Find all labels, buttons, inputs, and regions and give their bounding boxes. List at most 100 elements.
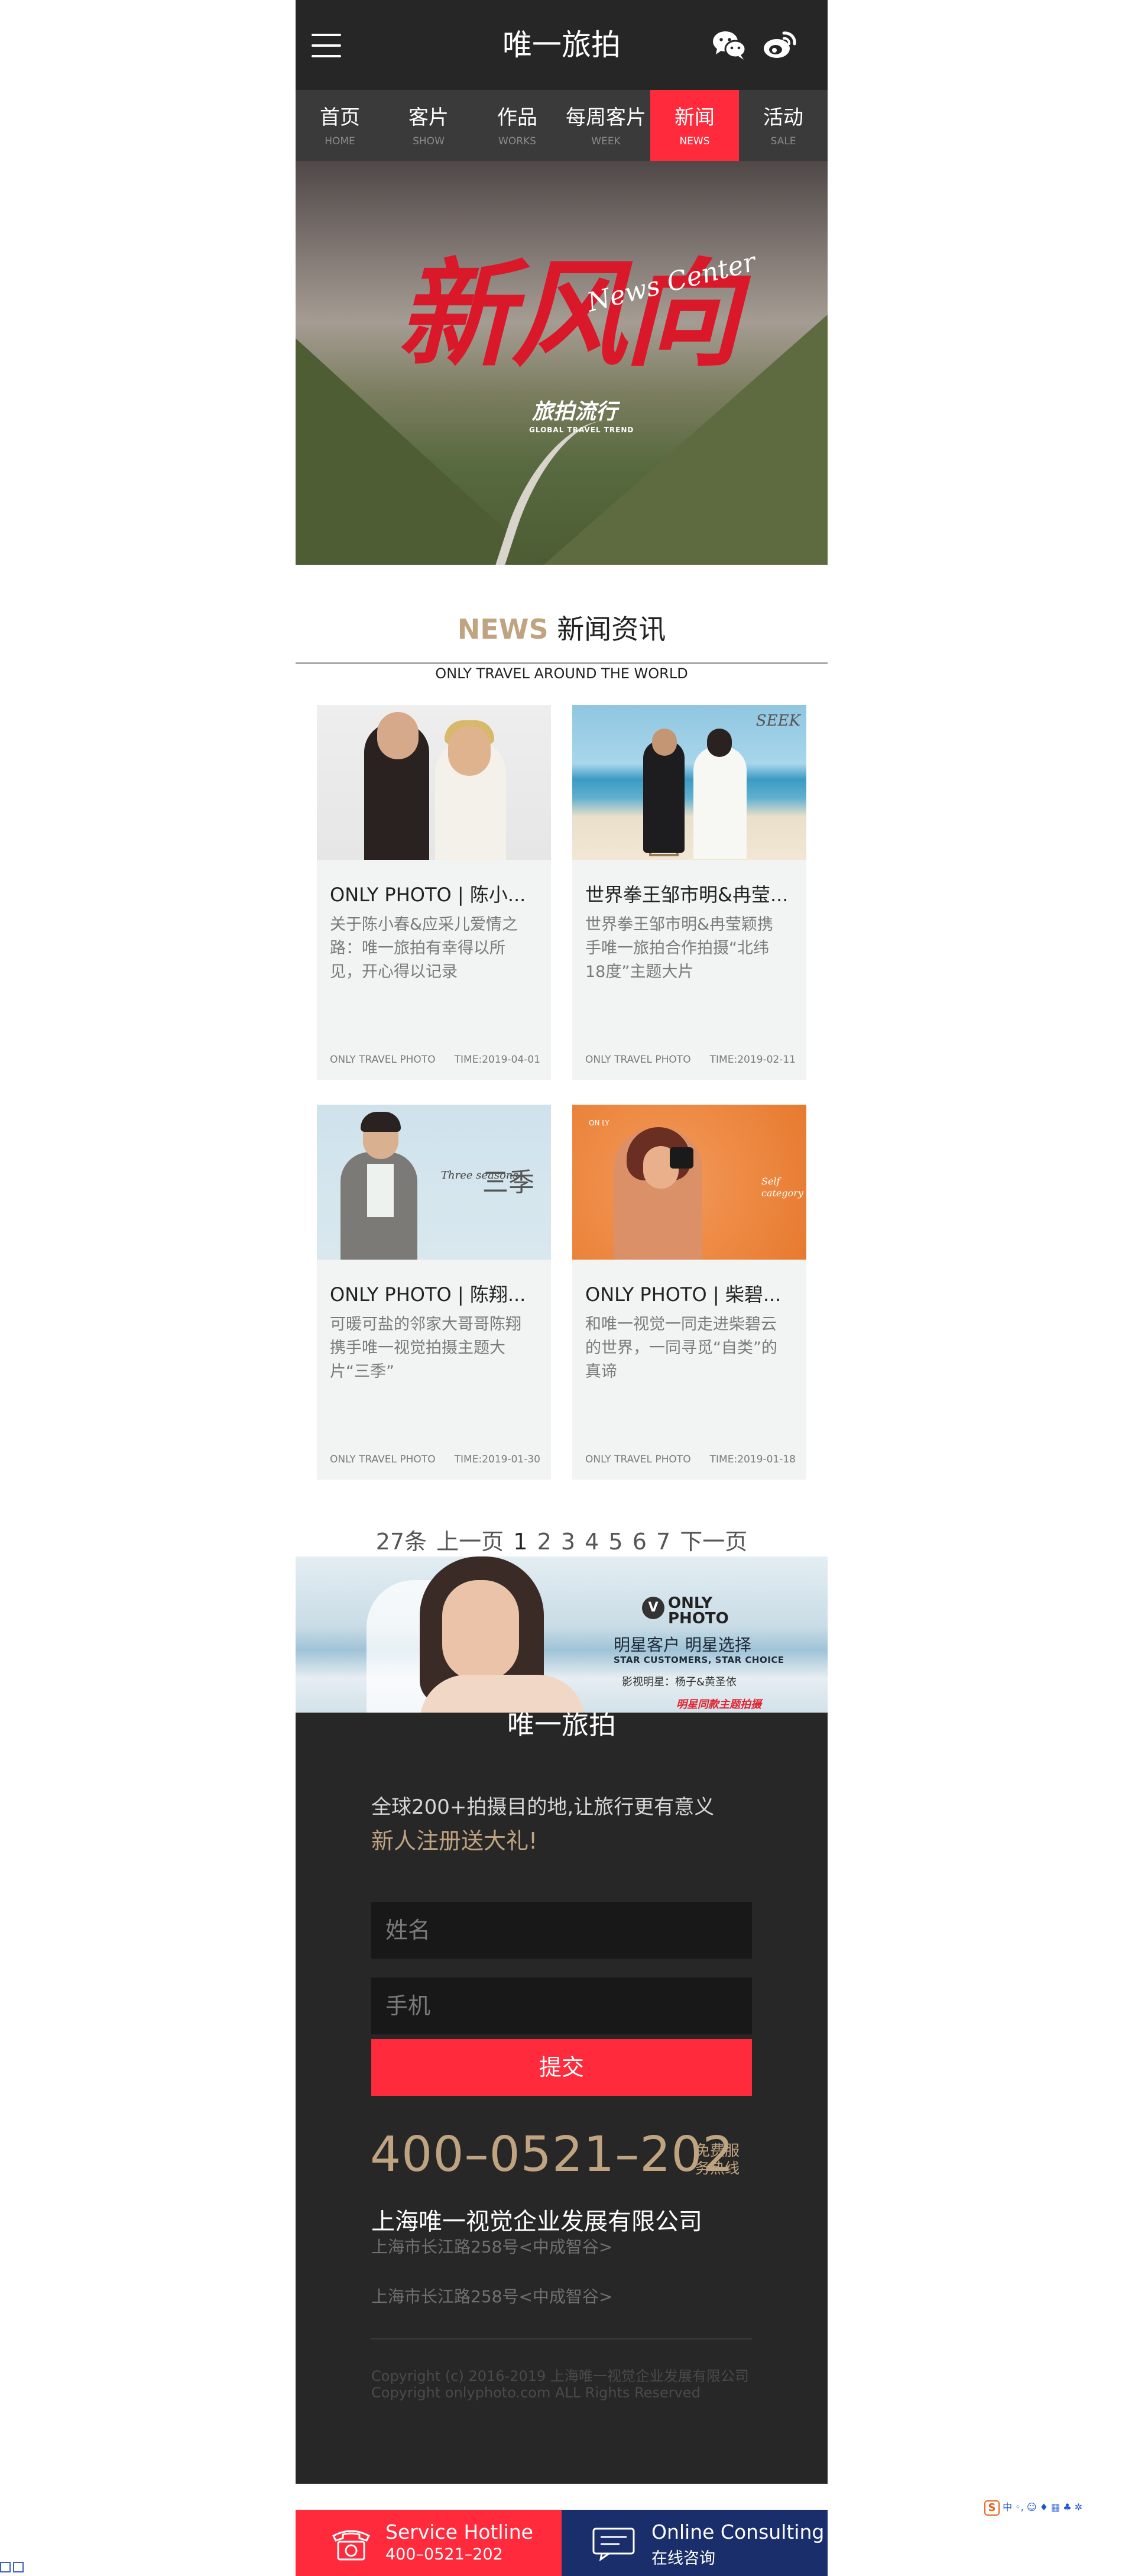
name-input[interactable] (371, 1902, 752, 1959)
nav-item-home[interactable]: 首页 HOME (296, 90, 384, 161)
image-logo: SEEK (755, 712, 800, 730)
nav-item-sale[interactable]: 活动 SALE (739, 90, 828, 161)
company-name: 上海唯一视觉企业发展有限公司 (371, 2208, 702, 2235)
copyright: Copyright onlyphoto.com ALL Rights Reser… (371, 2384, 701, 2401)
photo-figure (652, 729, 677, 756)
news-thumbnail (317, 705, 551, 860)
online-consulting-button[interactable]: Online Consulting 在线咨询 (562, 2510, 828, 2576)
pagination-page[interactable]: 5 (608, 1529, 622, 1555)
nav-item-news[interactable]: 新闻 NEWS (650, 90, 739, 161)
news-source: ONLY TRAVEL PHOTO (585, 1454, 691, 1465)
pagination-page[interactable]: 4 (585, 1529, 599, 1555)
nav-label: 首页 (320, 106, 360, 130)
nav-item-week[interactable]: 每周客片 WEEK (562, 90, 650, 161)
photo-figure (693, 746, 747, 859)
section-title-cn: 新闻资讯 (557, 613, 666, 645)
news-card[interactable]: ONLY PHOTO | 陈小... 关于陈小春&应采儿爱情之路：唯一旅拍有幸得… (317, 705, 551, 1080)
section-subtitle: ONLY TRAVEL AROUND THE WORLD (435, 665, 688, 682)
news-desc: 关于陈小春&应采儿爱情之路：唯一旅拍有幸得以所见，开心得以记录 (330, 915, 518, 981)
nav-sublabel: WEEK (591, 135, 621, 147)
banner-subtitle-en: GLOBAL TRAVEL TREND (529, 426, 634, 434)
news-source: ONLY TRAVEL PHOTO (330, 1454, 436, 1465)
ad-brand: ONLY PHOTO (668, 1596, 729, 1626)
nav-item-show[interactable]: 客片 SHOW (384, 90, 473, 161)
footer-title: 唯一旅拍 (507, 1713, 616, 1740)
pagination-total: 27条 (375, 1529, 427, 1555)
chat-icon (592, 2528, 635, 2562)
news-card[interactable]: SEEK 世界拳王邹市明&冉莹... 世界拳王邹市明&冉莹颖携手唯一旅拍合作拍摄… (572, 705, 806, 1080)
site-title: 唯一旅拍 (502, 28, 621, 62)
photo-figure (442, 1580, 519, 1681)
news-time: TIME:2019-01-18 (709, 1454, 796, 1465)
main-nav: 首页 HOME 客片 SHOW 作品 WORKS 每周客片 WEEK 新闻 NE… (296, 90, 828, 161)
pagination: 27条 上一页 1 2 3 4 5 6 7 下一页 (296, 1523, 828, 1556)
pagination-page[interactable]: 3 (561, 1529, 575, 1555)
header: 唯一旅拍 (296, 0, 828, 90)
ime-skin-icon[interactable]: ♣ (1063, 2501, 1071, 2513)
nav-label: 客片 (408, 106, 449, 130)
section-title: NEWS 新闻资讯 (296, 608, 828, 647)
news-desc: 世界拳王邹市明&冉莹颖携手唯一旅拍合作拍摄“北纬18度”主题大片 (585, 915, 774, 981)
news-title[interactable]: ONLY PHOTO | 陈小... (330, 880, 540, 907)
hotline-number[interactable]: 400–0521–202 (370, 2127, 734, 2183)
footer-divider (371, 2338, 752, 2339)
photo-figure (643, 740, 685, 853)
ime-mode-label[interactable]: 中 (1003, 2501, 1012, 2513)
news-card[interactable]: Three seasons 三季 ONLY PHOTO | 陈翔... 可暖可盐… (317, 1105, 551, 1480)
wechat-icon[interactable] (712, 30, 747, 60)
submit-button[interactable]: 提交 (371, 2039, 752, 2096)
pagination-page[interactable]: 7 (656, 1529, 670, 1555)
taskbar-icon[interactable] (13, 2561, 24, 2572)
pagination-page[interactable]: 1 (513, 1529, 527, 1555)
taskbar-corner (0, 2561, 35, 2576)
news-thumbnail: Three seasons 三季 (317, 1105, 551, 1260)
news-banner: 新风向 News Center 旅拍流行 GLOBAL TRAVEL TREND (296, 161, 828, 565)
ad-caption: 影视明星：杨子&黄圣依 (622, 1676, 737, 1688)
pagination-page[interactable]: 6 (633, 1529, 647, 1555)
photo-figure (448, 726, 491, 776)
section-title-en: NEWS (457, 613, 549, 645)
ime-toolbar[interactable]: S 中 ◦, ☺ ♦ ▦ ♣ ✲ (984, 2499, 1120, 2518)
pagination-page[interactable]: 2 (537, 1529, 552, 1555)
online-consulting-subtitle: 在线咨询 (651, 2549, 715, 2568)
brand-logo-icon: V (642, 1597, 664, 1619)
page: 唯一旅拍 首页 HOME 客片 SHOW 作品 WORKS 每周客片 WEEK … (296, 0, 828, 2484)
phone-input[interactable] (371, 1978, 752, 2034)
copyright: Copyright (c) 2016-2019 上海唯一视觉企业发展有限公司 (371, 2368, 749, 2384)
nav-sublabel: SALE (770, 135, 796, 147)
news-title[interactable]: ONLY PHOTO | 柴碧... (585, 1280, 796, 1307)
ime-punct-icon[interactable]: ◦, (1015, 2501, 1024, 2513)
weibo-icon[interactable] (763, 28, 797, 60)
news-thumbnail: ON LY Self category (572, 1105, 806, 1260)
ime-logo-icon[interactable]: S (984, 2500, 1000, 2516)
ad-brand-line: ONLY (668, 1594, 713, 1612)
news-desc: 可暖可盐的邻家大哥哥陈翔携手唯一视觉拍摄主题大片“三季” (330, 1315, 521, 1381)
ime-emoji-icon[interactable]: ☺ (1027, 2501, 1037, 2513)
phone-icon (332, 2530, 370, 2561)
service-hotline-button[interactable]: Service Hotline 400–0521–202 (296, 2510, 562, 2576)
nav-label: 活动 (763, 106, 803, 130)
ad-banner[interactable]: V ONLY PHOTO 明星客户 明星选择 STAR CUSTOMERS, S… (296, 1556, 828, 1713)
footer: 唯一旅拍 全球200+拍摄目的地,让旅行更有意义 新人注册送大礼! 提交 400… (296, 1713, 828, 2484)
ime-voice-icon[interactable]: ♦ (1040, 2501, 1048, 2513)
news-title[interactable]: ONLY PHOTO | 陈翔... (330, 1280, 540, 1307)
news-meta: ONLY TRAVEL PHOTO TIME:2019-04-01 (330, 1054, 540, 1066)
ime-settings-icon[interactable]: ✲ (1075, 2501, 1082, 2513)
pagination-prev[interactable]: 上一页 (436, 1529, 504, 1555)
pagination-next[interactable]: 下一页 (680, 1529, 747, 1555)
news-time: TIME:2019-01-30 (454, 1454, 540, 1465)
company-address: 上海市长江路258号<中成智谷> (371, 2287, 613, 2306)
banner-subtitle: 旅拍流行 (532, 400, 618, 424)
news-title[interactable]: 世界拳王邹市明&冉莹... (585, 880, 796, 907)
footer-tagline: 全球200+拍摄目的地,让旅行更有意义 (371, 1795, 715, 1819)
nav-label: 新闻 (675, 106, 715, 130)
news-meta: ONLY TRAVEL PHOTO TIME:2019-02-11 (585, 1054, 796, 1066)
taskbar-icon[interactable] (0, 2561, 11, 2572)
nav-label: 作品 (497, 106, 537, 130)
news-meta: ONLY TRAVEL PHOTO TIME:2019-01-30 (330, 1454, 540, 1465)
ime-keyboard-icon[interactable]: ▦ (1051, 2501, 1060, 2513)
nav-item-works[interactable]: 作品 WORKS (473, 90, 562, 161)
service-hotline-number: 400–0521–202 (385, 2545, 503, 2564)
news-card[interactable]: ON LY Self category ONLY PHOTO | 柴碧... 和… (572, 1105, 806, 1480)
section-divider (296, 662, 828, 664)
